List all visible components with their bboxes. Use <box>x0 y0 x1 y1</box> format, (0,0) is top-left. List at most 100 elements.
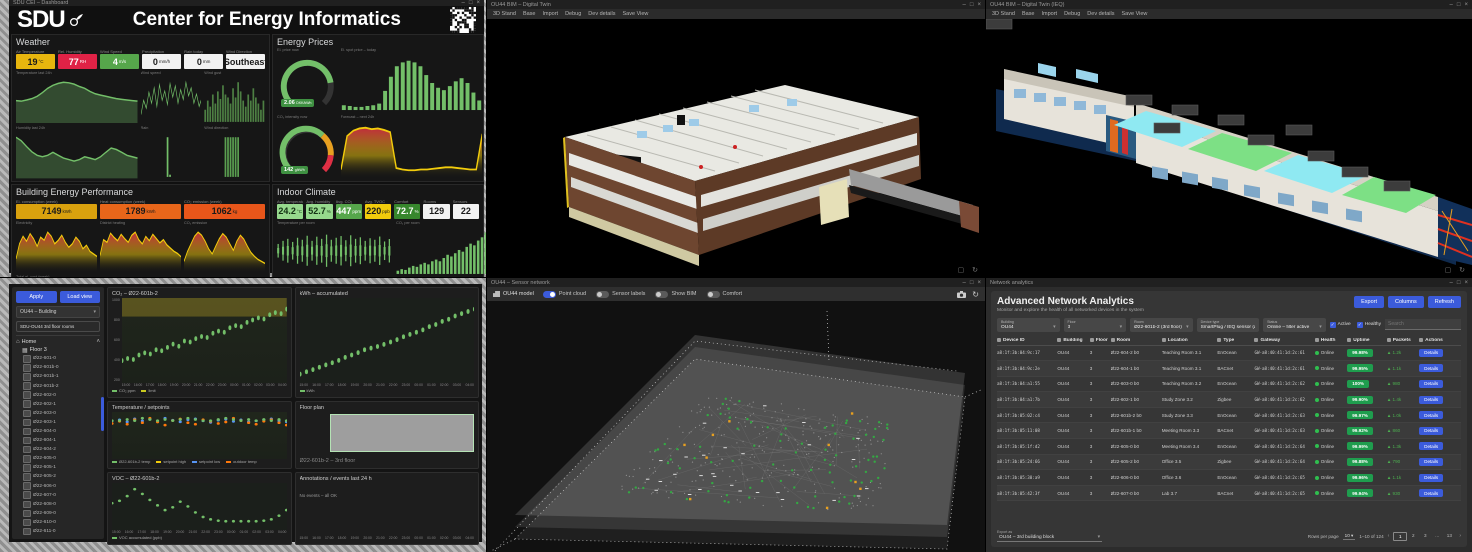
checkbox-icon[interactable] <box>23 473 31 481</box>
tree-item[interactable]: Ø22-607-0 <box>23 491 100 499</box>
details-button[interactable]: Details <box>1419 489 1444 498</box>
column-header[interactable]: Actions <box>1419 338 1451 343</box>
tree-item[interactable]: Ø22-604-2 <box>23 445 100 454</box>
column-header[interactable]: Room <box>1110 338 1162 343</box>
column-header[interactable]: Device ID <box>997 338 1057 343</box>
details-button[interactable]: Details <box>1419 457 1444 466</box>
voc-panel[interactable]: VOC – Ø22-601b-2 15:00 16:00 17:00 18:00 19:… <box>107 471 292 545</box>
menu-item[interactable]: Base <box>523 11 536 17</box>
table-row[interactable]: a8:1f:3b:05:02:c4 OU44 3 Ø22-601b-2 b0 S… <box>997 408 1461 424</box>
window-controls[interactable]: – □ × <box>963 280 981 286</box>
window-controls[interactable]: – □ × <box>1450 2 1468 8</box>
columns-button[interactable]: Columns <box>1388 296 1424 308</box>
details-button[interactable]: Details <box>1419 473 1444 482</box>
checkbox-icon[interactable] <box>23 373 31 381</box>
page-button[interactable]: 1 <box>1393 531 1408 541</box>
checkbox-icon[interactable] <box>23 409 31 418</box>
menu-item[interactable]: Save View <box>1122 11 1148 17</box>
checkbox-icon[interactable] <box>23 400 31 408</box>
page-button[interactable]: 13 <box>1443 532 1455 541</box>
table-row[interactable]: a8:1f:3b:04:9c:2e OU44 3 Ø22-604-1 b0 Te… <box>997 361 1461 377</box>
checkbox-icon[interactable] <box>23 445 31 454</box>
page-button[interactable]: 3 <box>1419 532 1431 541</box>
details-button[interactable]: Details <box>1419 379 1444 388</box>
table-row[interactable]: a8:1f:3b:05:24:66 OU44 3 Ø22-605-2 b0 Of… <box>997 454 1461 471</box>
page-button[interactable]: 2 <box>1407 532 1419 541</box>
tree-item[interactable]: Ø22-606-0 <box>23 482 100 490</box>
menu-item[interactable]: Import <box>542 11 558 17</box>
menu-item[interactable]: 3D Stand <box>493 11 516 17</box>
pointcloud-canvas[interactable] <box>487 301 985 552</box>
export-button[interactable]: Export <box>1354 296 1385 308</box>
toolbar-toggle[interactable]: Point cloud <box>542 290 586 298</box>
checkbox-icon[interactable] <box>23 527 31 535</box>
menu-item[interactable]: Import <box>1041 11 1057 17</box>
menu-item[interactable]: 3D Stand <box>992 11 1015 17</box>
toolbar-toggle[interactable]: Sensor labels <box>596 290 645 298</box>
details-button[interactable]: Details <box>1419 411 1444 420</box>
apply-button[interactable]: Apply <box>16 291 57 303</box>
column-header[interactable]: Building <box>1057 338 1089 343</box>
table-search-input[interactable] <box>1385 319 1461 331</box>
search-input[interactable]: SDU-OU44 3rd floor rooms <box>16 321 100 332</box>
reset-view-icon[interactable]: ↻ <box>972 290 979 299</box>
checkbox-icon[interactable] <box>23 500 31 508</box>
viewport-controls[interactable]: ▢ ↻ <box>1445 266 1468 274</box>
checkbox-icon[interactable] <box>23 482 31 490</box>
menu-item[interactable]: Dev details <box>1087 11 1114 17</box>
filter-select[interactable]: Building OU44 ▾ <box>997 318 1060 332</box>
table-row[interactable]: a8:1f:3b:05:42:3f OU44 3 Ø22-607-0 b0 La… <box>997 485 1461 502</box>
tree-item[interactable]: Ø22-605-0 <box>23 455 100 463</box>
floorplan-panel[interactable]: Floor plan Ø22-601b-2 – 3rd floor <box>294 400 479 469</box>
menu-item[interactable]: Dev details <box>588 11 615 17</box>
table-row[interactable]: a8:1f:3b:05:1f:d2 OU44 3 Ø22-605-0 b0 Me… <box>997 439 1461 455</box>
toolbar-toggle[interactable]: Comfort <box>706 290 742 298</box>
checkbox-icon[interactable] <box>23 455 31 463</box>
details-button[interactable]: Details <box>1419 348 1444 357</box>
tree-item[interactable]: Ø22-602-1 <box>23 400 100 408</box>
building-select[interactable]: OU44 – Building ▾ <box>16 306 100 318</box>
load-view-button[interactable]: Load view <box>59 291 100 303</box>
viewport-controls[interactable]: ▢ ↻ <box>958 266 981 274</box>
checkbox-icon[interactable] <box>23 464 31 472</box>
column-header[interactable]: Location <box>1161 338 1218 343</box>
refresh-button[interactable]: Refresh <box>1427 296 1461 308</box>
table-row[interactable]: a8:1f:3b:04:9c:17 OU44 3 Ø22-604-2 b0 Te… <box>997 346 1461 362</box>
next-page-button[interactable]: › <box>1459 533 1461 539</box>
co2-panel[interactable]: CO₂ – Ø22-601b-2 1000 800 600 400 200 15:00 1… <box>107 287 292 398</box>
menu-item[interactable]: Debug <box>565 11 581 17</box>
checkbox-icon[interactable] <box>23 518 31 527</box>
tree-item[interactable]: Ø22-610-0 <box>23 518 100 527</box>
tree-item[interactable]: Ø22-604-1 <box>23 436 100 445</box>
column-header[interactable]: Type <box>1217 338 1254 343</box>
tree-item[interactable]: Ø22-601b-1 <box>23 373 100 381</box>
filter-checkbox[interactable]: ✓ Healthy <box>1356 321 1381 328</box>
window-controls[interactable]: – □ × <box>1450 280 1468 286</box>
tree-group[interactable]: ▦ Floor 3 <box>16 347 100 354</box>
tree-item[interactable]: Ø22-601b-2 <box>23 382 100 390</box>
details-button[interactable]: Details <box>1419 426 1444 435</box>
page-button[interactable]: … <box>1431 532 1443 541</box>
screenshot-icon[interactable] <box>957 290 967 298</box>
filter-select[interactable]: Status Online – filter active ▾ <box>1263 318 1326 332</box>
table-row[interactable]: a8:1f:3b:04:a1:55 OU44 3 Ø22-603-0 b0 Te… <box>997 377 1461 393</box>
checkbox-icon[interactable] <box>23 382 31 390</box>
checkbox-icon[interactable] <box>23 491 31 499</box>
tree-item[interactable]: Ø22-605-2 <box>23 473 100 481</box>
window-controls[interactable]: – □ × <box>963 2 981 8</box>
table-row[interactable]: a8:1f:3b:05:30:a9 OU44 3 Ø22-606-0 b0 Of… <box>997 470 1461 486</box>
tree-root[interactable]: ⌂ Home ˄ <box>16 339 100 345</box>
column-header[interactable]: Gateway <box>1254 338 1314 343</box>
checkbox-icon[interactable] <box>23 509 31 518</box>
rows-per-page-select[interactable]: 10 ▾ <box>1342 533 1356 540</box>
column-header[interactable]: Packets <box>1386 338 1419 343</box>
details-button[interactable]: Details <box>1419 442 1444 451</box>
tree-item[interactable]: Ø22-602-0 <box>23 391 100 399</box>
prev-page-button[interactable]: ‹ <box>1388 533 1390 539</box>
tree-item[interactable]: Ø22-611-0 <box>23 527 100 535</box>
menu-item[interactable]: Debug <box>1064 11 1080 17</box>
column-header[interactable]: Floor <box>1089 338 1111 343</box>
kwh-panel[interactable]: kWh – accumulated 15:00 16:00 17:00 18:00 19… <box>294 287 479 398</box>
temperature-panel[interactable]: Temperature / setpoints Ø22-601b-2 temp s… <box>107 400 292 469</box>
checkbox-icon[interactable] <box>23 436 31 445</box>
